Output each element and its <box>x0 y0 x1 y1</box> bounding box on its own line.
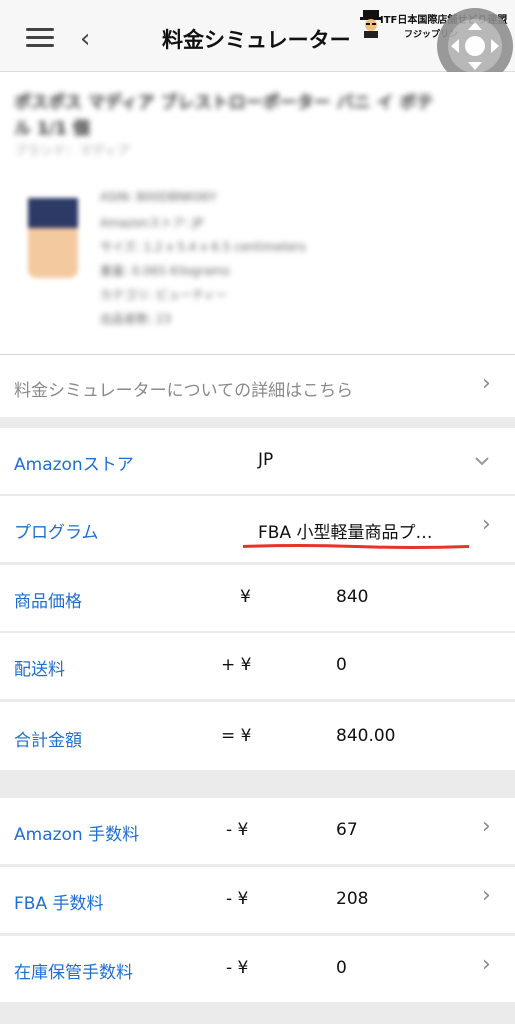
product-detail: カテゴリ: ビューティー <box>100 288 228 302</box>
product-summary: ポスポス マディア ブレストローポーター バニ イ ボテ ル 1/1 個 ブラン… <box>0 72 515 354</box>
product-detail: Amazonストア: JP <box>100 216 204 230</box>
fba-fee-value: 208 <box>336 889 369 909</box>
price-row[interactable]: 商品価格 ¥ 840 <box>0 565 515 631</box>
shipping-input[interactable]: 0 <box>336 655 347 675</box>
price-label: 商品価格 <box>14 592 82 612</box>
page-title: 料金シミュレーター <box>162 28 351 52</box>
price-input[interactable]: 840 <box>336 587 368 607</box>
fba-fee-currency: - ¥ <box>226 889 249 909</box>
storage-fee-label: 在庫保管手数料 <box>14 963 133 983</box>
chevron-right-icon: › <box>482 371 491 396</box>
chevron-right-icon: › <box>482 814 491 839</box>
storage-fee-row[interactable]: 在庫保管手数料 - ¥ 0 › <box>0 936 515 1002</box>
shipping-label: 配送料 <box>14 660 65 680</box>
program-value: FBA 小型軽量商品プ… <box>258 523 433 543</box>
chevron-down-icon <box>475 457 489 466</box>
product-brand: ブランド：マディア <box>14 144 131 159</box>
product-detail: ASIN: B00DBNK06Y <box>100 190 217 204</box>
shipping-row[interactable]: 配送料 + ¥ 0 <box>0 633 515 699</box>
program-label: プログラム <box>14 523 99 543</box>
total-label: 合計金額 <box>14 731 82 751</box>
mascot-icon <box>360 10 382 38</box>
simulator-info-label: 料金シミュレーターについての詳細はこちら <box>14 381 354 401</box>
storage-fee-value: 0 <box>336 958 347 978</box>
storage-fee-currency: - ¥ <box>226 958 249 978</box>
total-currency: = ¥ <box>221 726 252 746</box>
product-detail: 重量: 0.065 Kilograms <box>100 264 230 278</box>
simulator-info-link[interactable]: 料金シミュレーターについての詳細はこちら › <box>0 354 515 417</box>
red-underline <box>243 544 469 549</box>
fba-fee-label: FBA 手数料 <box>14 894 104 914</box>
amazon-fee-row[interactable]: Amazon 手数料 - ¥ 67 › <box>0 798 515 864</box>
store-label: Amazonストア <box>14 455 134 475</box>
product-name-cont: ル 1/1 個 <box>14 119 90 139</box>
product-image <box>28 198 78 278</box>
total-row: 合計金額 = ¥ 840.00 <box>0 702 515 770</box>
total-value: 840.00 <box>336 726 396 746</box>
back-icon[interactable]: ‹ <box>80 24 90 54</box>
chevron-right-icon: › <box>482 883 491 908</box>
product-detail: 出品者数: 23 <box>100 312 172 326</box>
product-detail: サイズ: 1.2 x 5.4 x 6.5 centimeters <box>100 240 306 254</box>
price-currency: ¥ <box>240 587 251 607</box>
product-name: ポスポス マディア ブレストローポーター バニ イ ボテ <box>14 93 434 113</box>
amazon-fee-label: Amazon 手数料 <box>14 825 140 845</box>
amazon-fee-value: 67 <box>336 820 358 840</box>
store-value: JP <box>258 450 274 470</box>
menu-icon[interactable] <box>26 28 54 48</box>
app-header: ‹ 料金シミュレーター ITF日本国際店舗せどり連盟 フジップリン <box>0 0 515 84</box>
chevron-right-icon: › <box>482 952 491 977</box>
program-select-row[interactable]: プログラム FBA 小型軽量商品プ… › <box>0 496 515 562</box>
store-select-row[interactable]: Amazonストア JP <box>0 428 515 494</box>
amazon-fee-currency: - ¥ <box>226 820 249 840</box>
chevron-right-icon: › <box>482 512 491 537</box>
shipping-currency: + ¥ <box>221 655 252 675</box>
fba-fee-row[interactable]: FBA 手数料 - ¥ 208 › <box>0 867 515 933</box>
